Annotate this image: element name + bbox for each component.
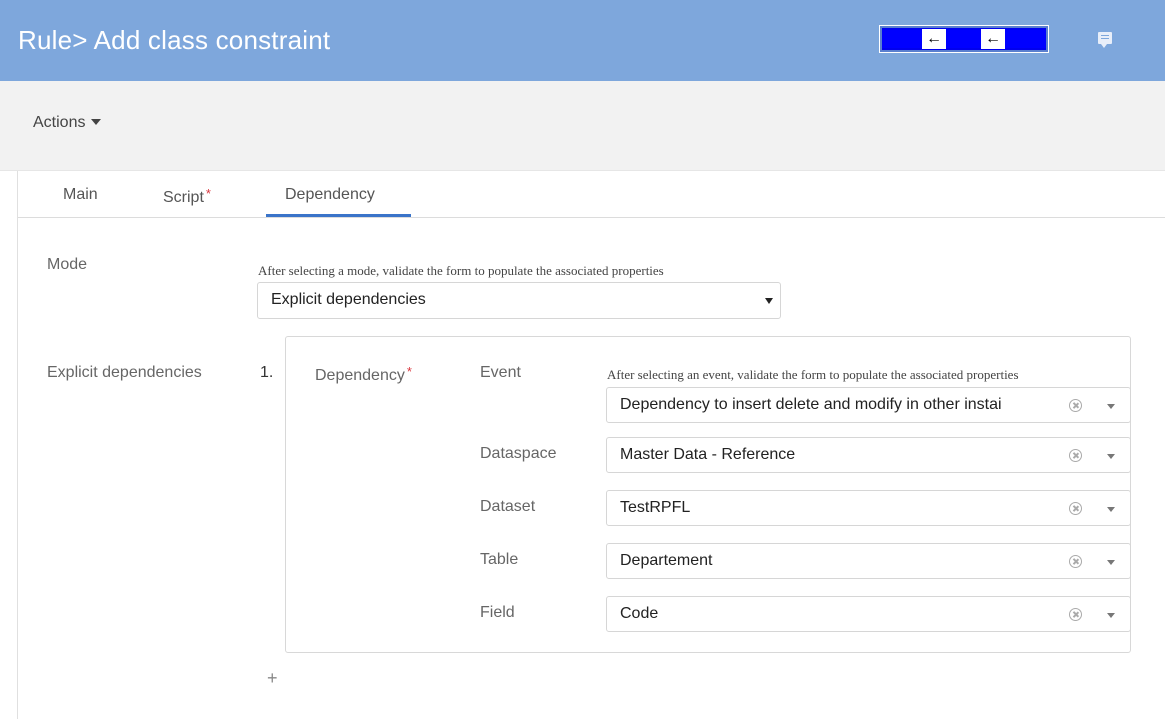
- dataspace-select[interactable]: Master Data - Reference: [606, 437, 1131, 473]
- tab-bar: Main Script * Dependency: [18, 171, 1165, 218]
- clear-icon[interactable]: [1069, 608, 1082, 621]
- item-index: 1.: [260, 364, 274, 381]
- tab-dependency[interactable]: Dependency: [285, 186, 375, 204]
- mode-select[interactable]: Explicit dependencies: [257, 282, 781, 319]
- chevron-down-icon[interactable]: [1107, 560, 1115, 565]
- dataspace-label: Dataspace: [480, 445, 557, 462]
- navigation-widget[interactable]: ← ←: [879, 25, 1049, 53]
- dataset-label: Dataset: [480, 498, 536, 515]
- clear-icon[interactable]: [1069, 399, 1082, 412]
- required-marker: *: [205, 186, 211, 201]
- nav-block[interactable]: [946, 30, 981, 48]
- mode-value: Explicit dependencies: [271, 291, 426, 308]
- actions-menu-button[interactable]: Actions: [33, 114, 102, 132]
- event-value: Dependency to insert delete and modify i…: [620, 396, 1002, 413]
- table-value: Departement: [620, 552, 713, 569]
- event-hint: After selecting an event, validate the f…: [607, 367, 1019, 382]
- clear-icon[interactable]: [1069, 555, 1082, 568]
- mode-label: Mode: [47, 256, 88, 273]
- dataset-select[interactable]: TestRPFL: [606, 490, 1131, 526]
- tab-label: Script: [163, 189, 204, 206]
- table-label: Table: [480, 551, 519, 568]
- active-tab-indicator: [266, 214, 411, 217]
- tab-script[interactable]: Script *: [163, 186, 211, 207]
- left-arrow-icon[interactable]: ←: [981, 29, 1005, 49]
- clear-icon[interactable]: [1069, 502, 1082, 515]
- field-value: Code: [620, 605, 659, 622]
- header: Rule> Add class constraint ← ←: [0, 0, 1165, 81]
- mode-hint: After selecting a mode, validate the for…: [258, 263, 664, 278]
- left-arrow-icon[interactable]: ←: [922, 29, 946, 49]
- actions-label: Actions: [33, 114, 86, 131]
- page-title: Rule> Add class constraint: [18, 25, 331, 55]
- chevron-down-icon[interactable]: [1107, 454, 1115, 459]
- dependency-panel: Dependency * Event After selecting an eve…: [285, 336, 1131, 653]
- dataset-value: TestRPFL: [620, 499, 691, 516]
- chevron-down-icon[interactable]: [1107, 613, 1115, 618]
- caret-down-icon: [91, 119, 102, 125]
- field-label: Field: [480, 604, 515, 621]
- chat-icon[interactable]: [1098, 32, 1112, 48]
- tab-label: Main: [63, 186, 98, 203]
- add-dependency-button[interactable]: +: [267, 668, 278, 689]
- event-select[interactable]: Dependency to insert delete and modify i…: [606, 387, 1131, 423]
- nav-block[interactable]: [1005, 30, 1046, 48]
- tab-label: Dependency: [285, 186, 375, 203]
- nav-block[interactable]: [882, 30, 922, 48]
- caret-down-icon: [765, 298, 773, 304]
- table-select[interactable]: Departement: [606, 543, 1131, 579]
- dependency-label-text: Dependency: [315, 367, 405, 384]
- clear-icon[interactable]: [1069, 449, 1082, 462]
- explicit-dependencies-label: Explicit dependencies: [47, 364, 202, 381]
- event-label: Event: [480, 364, 521, 381]
- required-marker: *: [406, 364, 412, 379]
- tab-main[interactable]: Main: [63, 186, 98, 204]
- chevron-down-icon[interactable]: [1107, 507, 1115, 512]
- dependency-label: Dependency *: [315, 364, 412, 385]
- actions-bar: Actions: [0, 81, 1165, 171]
- dataspace-value: Master Data - Reference: [620, 446, 796, 463]
- form-content: Main Script * Dependency Mode After selec…: [17, 171, 1165, 719]
- field-select[interactable]: Code: [606, 596, 1131, 632]
- chevron-down-icon[interactable]: [1107, 404, 1115, 409]
